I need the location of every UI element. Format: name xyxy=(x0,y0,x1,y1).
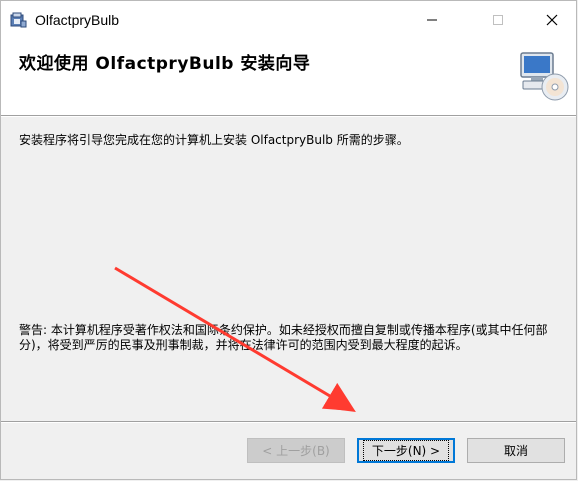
close-icon xyxy=(546,14,558,26)
installer-window: OlfactpryBulb 欢迎使用 OlfactpryBulb 安装向导 安装… xyxy=(0,0,577,480)
intro-text: 安装程序将引导您完成在您的计算机上安装 OlfactpryBulb 所需的步骤。 xyxy=(19,133,409,147)
back-button-label: < 上一步(B) xyxy=(262,444,330,458)
title-bar[interactable]: OlfactpryBulb xyxy=(1,1,576,39)
window-title: OlfactpryBulb xyxy=(35,12,120,28)
minimize-button[interactable] xyxy=(409,1,455,39)
next-button[interactable]: 下一步(N) > xyxy=(357,438,455,463)
cancel-button[interactable]: 取消 xyxy=(467,438,565,463)
header-divider-highlight xyxy=(1,116,576,117)
app-icon xyxy=(10,12,27,28)
minimize-icon xyxy=(427,19,437,21)
cancel-button-label: 取消 xyxy=(503,444,528,458)
computer-cd-icon xyxy=(520,52,569,101)
copyright-warning: 警告: 本计算机程序受著作权法和国际条约保护。如未经授权而擅自复制或传播本程序(… xyxy=(19,323,548,352)
wizard-title: 欢迎使用 OlfactpryBulb 安装向导 xyxy=(19,54,311,74)
maximize-icon xyxy=(493,15,503,25)
wizard-header: 欢迎使用 OlfactpryBulb 安装向导 xyxy=(1,39,576,115)
next-button-label: 下一步(N) > xyxy=(362,440,450,461)
maximize-button[interactable] xyxy=(475,1,521,39)
close-button[interactable] xyxy=(529,1,575,39)
back-button[interactable]: < 上一步(B) xyxy=(247,438,345,463)
footer-divider-highlight xyxy=(1,422,576,423)
